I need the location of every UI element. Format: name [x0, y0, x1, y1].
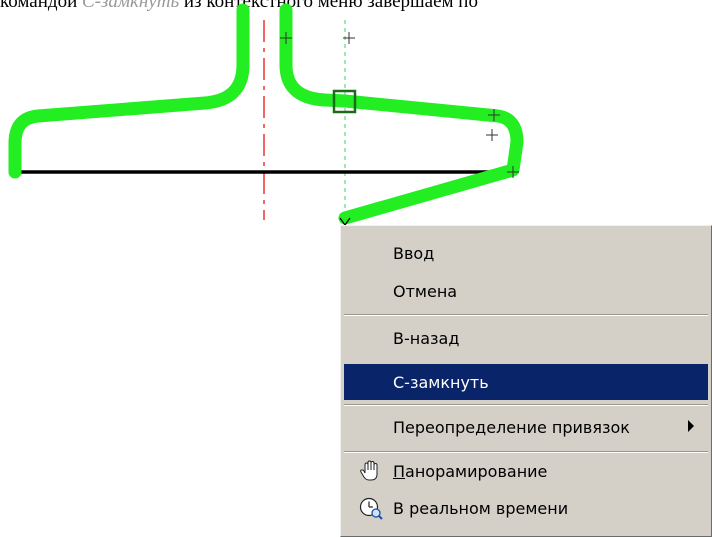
menu-item-label: Панорамирование — [393, 461, 548, 481]
menu-item-label: В-назад — [393, 328, 460, 348]
submenu-arrow-icon — [688, 420, 694, 432]
crosshair-marker — [486, 129, 498, 141]
menu-item-label: В реальном времени — [393, 498, 569, 518]
menu-item-label: С-замкнуть — [393, 372, 489, 392]
menu-item-cancel[interactable]: Отмена — [344, 273, 708, 309]
menu-item-pan[interactable]: Панорамирование — [344, 453, 708, 489]
menu-item-undo[interactable]: В-назад — [344, 320, 708, 356]
crosshair-marker — [343, 32, 355, 44]
menu-separator — [344, 314, 708, 316]
menu-item-label: Переопределение привязок — [393, 417, 630, 437]
context-menu[interactable]: Ввод Отмена В-назад С-замкнуть Переопред… — [340, 225, 712, 537]
menu-item-close[interactable]: С-замкнуть — [344, 364, 708, 400]
menu-item-label: Отмена — [393, 281, 458, 301]
realtime-zoom-icon — [359, 497, 383, 520]
menu-item-realtime-zoom[interactable]: В реальном времени — [344, 490, 708, 526]
menu-item-label: Ввод — [393, 243, 435, 263]
profile-outline-right — [279, 3, 524, 225]
menu-item-snap-overrides[interactable]: Переопределение привязок — [344, 409, 708, 445]
hand-pan-icon — [360, 460, 378, 481]
menu-item-enter[interactable]: Ввод — [344, 235, 708, 271]
menu-separator — [344, 404, 708, 406]
profile-outline-left — [8, 3, 250, 179]
